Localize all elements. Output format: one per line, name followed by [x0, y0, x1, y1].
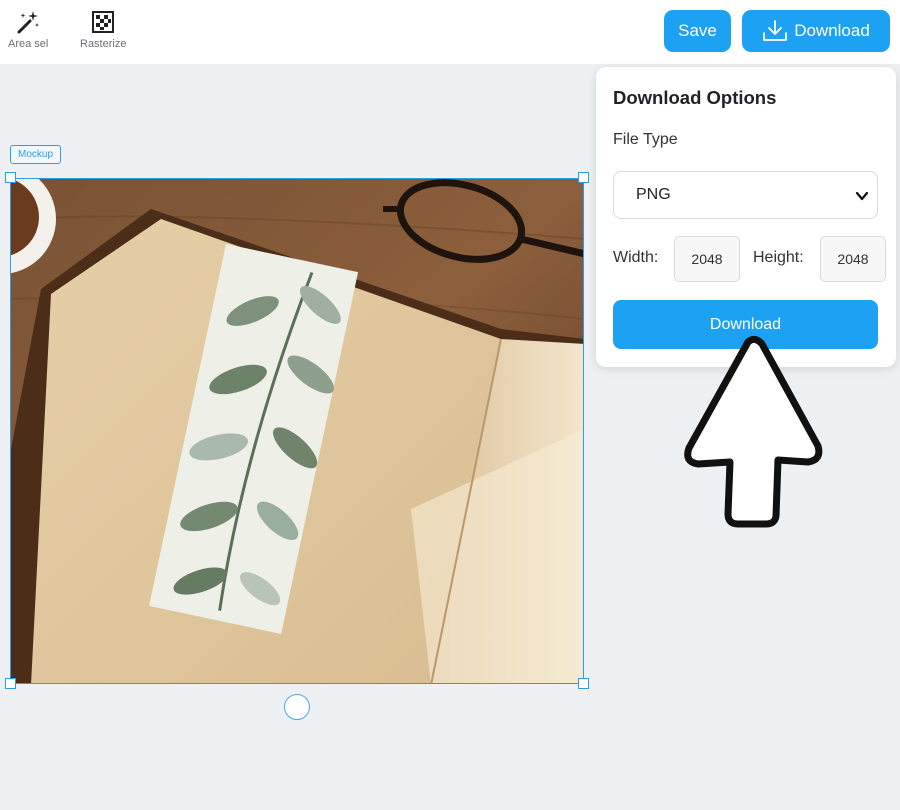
rasterize-icon [89, 8, 117, 36]
resize-handle-bottom-right[interactable] [578, 678, 589, 689]
height-label: Height: [753, 249, 804, 266]
mockup-image[interactable] [10, 178, 584, 684]
width-label: Width: [613, 249, 659, 266]
area-select-label: Area sel [8, 38, 49, 50]
file-type-select[interactable]: PNG [613, 171, 878, 219]
width-input[interactable]: 2048 [674, 236, 740, 282]
resize-handle-bottom-left[interactable] [5, 678, 16, 689]
top-toolbar: Area sel Rasterize Save Download [0, 0, 900, 64]
download-button[interactable]: Download [742, 10, 890, 52]
magic-wand-icon [14, 8, 42, 36]
download-button-label: Download [794, 21, 870, 40]
pointer-arrow-icon [680, 334, 830, 535]
resize-handle-top-left[interactable] [5, 172, 16, 183]
download-options-panel: Download Options File Type PNG Width: 20… [596, 67, 896, 367]
resize-handle-top-right[interactable] [578, 172, 589, 183]
rasterize-tool[interactable]: Rasterize [80, 8, 126, 50]
file-type-label: File Type [613, 131, 678, 148]
rotate-handle[interactable] [284, 694, 310, 720]
download-icon [763, 20, 788, 41]
panel-title: Download Options [613, 87, 777, 108]
save-button[interactable]: Save [664, 10, 731, 52]
area-select-tool[interactable]: Area sel [8, 8, 48, 50]
rasterize-label: Rasterize [80, 38, 127, 50]
mockup-tag: Mockup [10, 145, 62, 164]
chevron-down-icon [855, 191, 869, 201]
height-input[interactable]: 2048 [820, 236, 886, 282]
file-type-value: PNG [636, 186, 671, 203]
